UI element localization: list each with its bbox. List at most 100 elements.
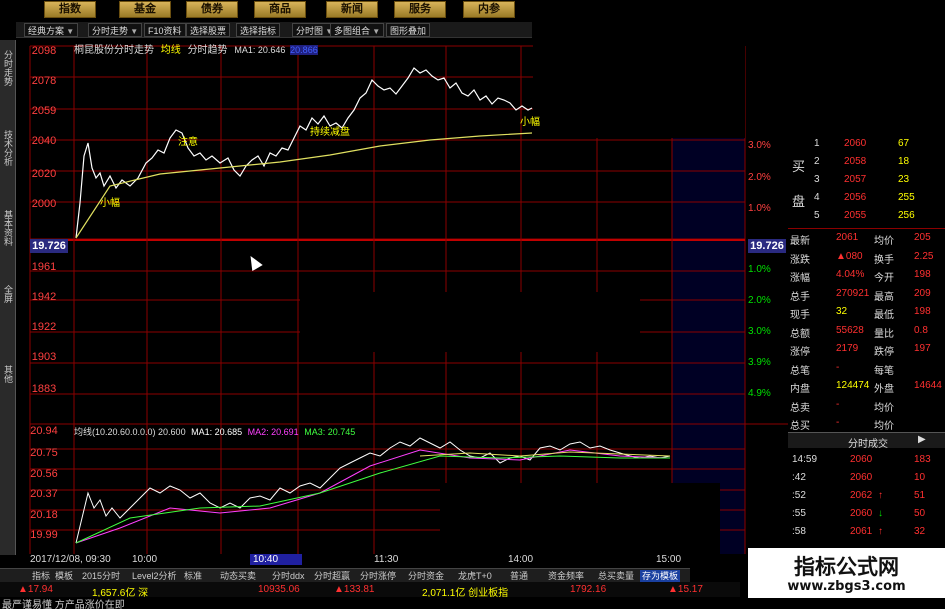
toolbar-tab-label: 选择股票 [190,26,227,36]
trades-title: 分时成交 [848,439,888,450]
trade-time: :42 [792,472,806,483]
bottom-tab-9[interactable]: 分时资金 [406,570,446,582]
toolbar-tab-label: 选择指标 [240,26,277,36]
toolbar-tab-3[interactable]: 选择股票 [186,23,231,37]
quote-value-2: 198 [914,306,931,317]
time-tick: 15:00 [656,554,682,565]
quote-label-2: 均价 [874,421,894,432]
quote-value: - [836,361,840,373]
mid-price-right: 19.726 [748,239,786,253]
quote-value: 2179 [836,343,859,354]
status-a: ▲17.94 [18,584,53,595]
annotation-label: 小幅 [520,117,540,128]
order-row: 5 2055 256 [788,208,945,226]
quote-label: 总笔 [790,365,810,377]
quote-value: 270921 [836,287,870,299]
trade-time: :58 [792,526,806,537]
bottom-tab-13[interactable]: 总买卖量 [596,570,636,582]
bottom-tab-11[interactable]: 普通 [508,570,530,582]
percent-tick: 3.0% [748,140,771,151]
top-button-2[interactable]: 债券 [186,1,238,18]
toolbar-tab-4[interactable]: 选择指标 [236,23,281,37]
bottom-tab-1[interactable]: 模板 [53,570,75,582]
time-tick: 14:00 [508,554,534,565]
quote-value: 124474 [836,380,870,391]
sub-ma1: MA1: 20.685 [191,427,243,437]
bottom-tab-2[interactable]: 2015分时 [80,570,122,582]
bottom-tab-3[interactable]: Level2分析 [130,570,179,582]
toolbar-tab-1[interactable]: 分时走势 ▼ [88,23,143,37]
top-button-4[interactable]: 新闻 [326,1,378,18]
sub-tick: 20.37 [30,488,58,500]
bottom-tab-14[interactable]: 存为模板 [640,570,681,582]
sub-tick: 20.56 [30,468,58,480]
price-tick: 1903 [31,351,57,363]
arrow-up-icon: ↑ [878,526,883,537]
top-button-0[interactable]: 指数 [44,1,96,18]
quote-label: 总额 [790,328,810,340]
trades-header[interactable]: 分时成交 ▶ [788,432,945,450]
quote-value: 4.04% [836,269,865,280]
bottom-tab-6[interactable]: 分时ddx [270,570,307,582]
chevron-down-icon: ▼ [128,27,139,36]
quote-row: 总额 55628 量比 0.8 [788,323,945,341]
quote-label-2: 最高 [874,291,894,303]
sub-header-main: 均线(10.20.60.0.0.0) 20.600 [74,427,186,437]
toolbar-tab-0[interactable]: 经典方案 ▼ [24,23,79,37]
watermark-url: www.zbgs3.com [787,579,906,594]
percent-tick: 3.0% [748,326,771,337]
quote-label-2: 最低 [874,310,894,321]
price-tick: 1922 [31,321,57,333]
avg-line-label: 均线 [160,45,181,56]
toolbar-tab-2[interactable]: F10资料 [144,23,186,37]
chevron-down-icon: ▼ [370,27,381,36]
top-button-6[interactable]: 内参 [463,1,515,18]
toolbar-tab-label: 经典方案 [28,26,65,36]
trade-price: 2060 [850,508,873,519]
quote-value: ▲080 [836,250,863,262]
quote-label-2: 量比 [874,328,894,340]
quote-value-2: 0.8 [914,324,928,336]
top-button-3[interactable]: 商品 [254,1,306,18]
sub-tick: 20.94 [30,425,58,437]
percent-tick: 2.0% [748,295,771,306]
quote-label: 现手 [790,310,810,321]
top-button-5[interactable]: 服务 [394,1,446,18]
watermark-box: 指标公式网 www.zbgs3.com [748,548,945,598]
sub-tick: 20.75 [30,447,58,459]
quote-row: 最新 2061 均价 205 [788,230,945,248]
bottom-tab-5[interactable]: 动态买卖 [218,570,258,582]
bottom-tab-10[interactable]: 龙虎T+0 [456,570,494,582]
quote-value-2: 14644 [914,380,942,391]
order-level: 4 [814,192,820,203]
bottom-tab-7[interactable]: 分时超赢 [312,570,352,582]
trade-price: 2060 [850,472,873,483]
toolbar-tab-7[interactable]: 图形叠加 [386,23,431,37]
top-button-1[interactable]: 基金 [119,1,171,18]
trade-time: 14:59 [792,454,818,465]
order-price: 2057 [844,174,867,185]
order-row: 1 2060 67 [788,136,945,154]
bottom-tab-4[interactable]: 标准 [182,570,204,582]
order-volume: 256 [898,210,915,221]
bottom-tab-12[interactable]: 资金频率 [546,570,586,582]
toolbar-tab-6[interactable]: 多图组合 ▼ [330,23,385,37]
percent-tick: 2.0% [748,172,771,183]
bottom-tab-0[interactable]: 指标 [30,570,52,582]
percent-tick: 1.0% [748,203,771,214]
time-tick: 10:00 [132,554,158,565]
percent-tick: 3.9% [748,357,771,368]
quote-label: 涨跌 [790,254,810,266]
toolbar-tab-label: 图形叠加 [390,26,427,36]
trade-row: :58 2061 ↑ 32 [788,524,945,542]
bottom-tab-8[interactable]: 分时涨停 [358,570,398,582]
trend-label: 分时趋势 [187,45,228,56]
play-icon[interactable]: ▶ [918,434,926,445]
price-tick: 2098 [31,45,57,57]
trade-price: 2061 [850,526,873,537]
price-tick: 1883 [31,383,57,395]
order-price: 2055 [844,210,867,221]
quote-row: 总手 270921 最高 209 [788,286,945,304]
time-axis: 2017/12/08, 09:30 10:00 10:40 11:30 14:00 15… [30,554,745,568]
quote-value: - [836,417,840,428]
